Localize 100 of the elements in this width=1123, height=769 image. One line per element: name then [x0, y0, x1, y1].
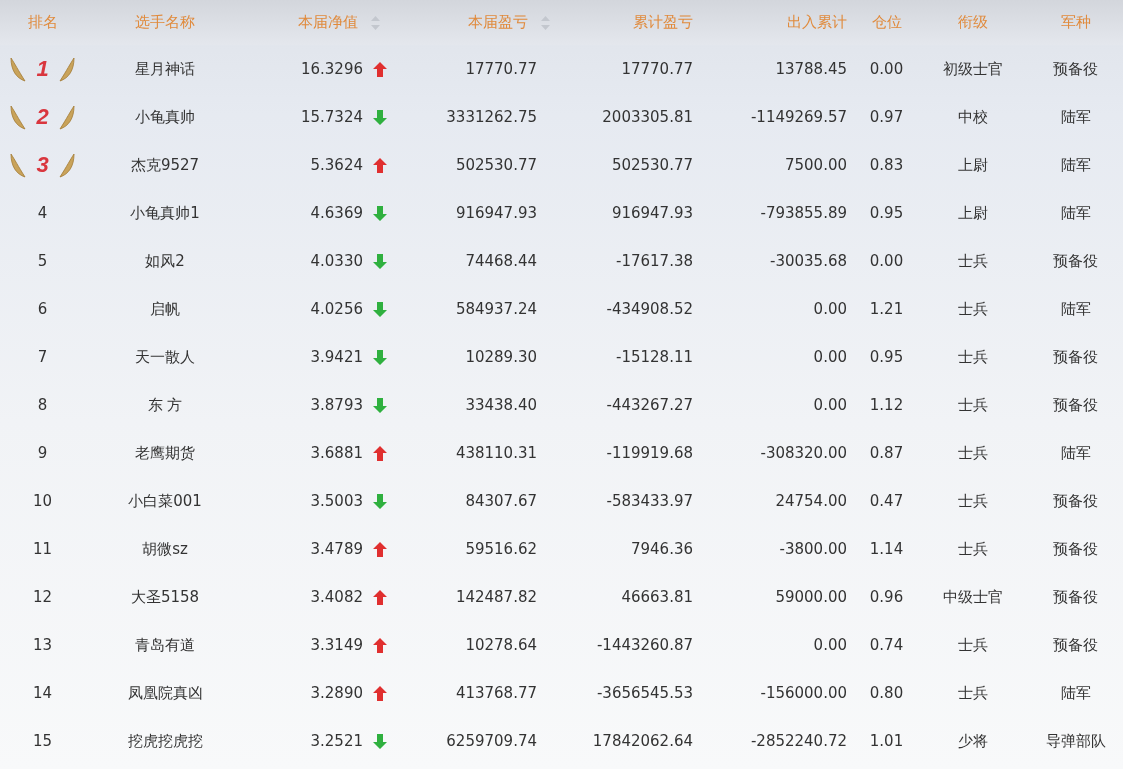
table-cell: 3.5003 [310, 492, 363, 510]
rank-number: 14 [31, 684, 54, 702]
table-cell: 3.4082 [310, 588, 363, 606]
table-cell-text: 士兵 [957, 347, 989, 367]
table-cell-text: 陆军 [1059, 155, 1092, 175]
rank-number: 7 [36, 348, 49, 366]
table-cell: 3.9421 [310, 348, 363, 366]
player-name: 如风2 [144, 251, 186, 271]
table-cell-text: 1.21 [868, 300, 905, 318]
table-cell-text: 陆军 [1059, 203, 1092, 223]
player-name: 小龟真帅 [134, 107, 196, 127]
laurel-icon [10, 104, 27, 130]
table-cell-text: -1443260.87 [595, 636, 694, 654]
table-cell: 3.2521 [310, 732, 363, 750]
table-cell-text: 预备役 [1052, 635, 1099, 655]
table-cell: 3.8793 [310, 396, 363, 414]
table-cell-text: 预备役 [1052, 347, 1099, 367]
table-cell-text: 0.97 [868, 108, 905, 126]
column-header: 选手名称 [135, 13, 195, 32]
sortable-column-header[interactable]: 本届净值 [298, 13, 380, 32]
table-cell-text: 预备役 [1052, 587, 1099, 607]
table-cell-text: -15128.11 [615, 348, 694, 366]
table-cell-text: 预备役 [1052, 491, 1099, 511]
table-cell-text: 6259709.74 [445, 732, 538, 750]
table-cell-text: 7500.00 [783, 156, 848, 174]
table-cell-text: 46663.81 [620, 588, 694, 606]
table-cell-text: 中校 [957, 107, 989, 127]
rank-number: 9 [36, 444, 49, 462]
table-cell: 15.7324 [300, 108, 363, 126]
rank-number: 15 [31, 732, 54, 750]
rank-number: 2 [36, 106, 49, 128]
table-cell: 4.6369 [310, 204, 363, 222]
player-name: 东 方 [146, 395, 184, 415]
laurel-icon [58, 152, 75, 178]
table-cell: 3.4789 [310, 540, 363, 558]
player-name: 挖虎挖虎挖 [126, 731, 204, 751]
table-cell-text: 2003305.81 [601, 108, 694, 126]
player-name: 凤凰院真凶 [126, 683, 204, 703]
table-cell: 3.6881 [310, 444, 363, 462]
table-cell-text: -119919.68 [605, 444, 694, 462]
table-cell-text: 502530.77 [610, 156, 694, 174]
table-cell-text: 17770.77 [464, 60, 538, 78]
rank-number: 4 [36, 204, 49, 222]
table-cell-text: 士兵 [957, 491, 989, 511]
table-cell-text: 陆军 [1059, 299, 1092, 319]
table-cell: 4.0330 [310, 252, 363, 270]
table-cell-text: 中级士官 [942, 587, 1004, 607]
sortable-column-header[interactable]: 本届盈亏 [468, 13, 550, 32]
table-cell-text: 0.00 [868, 60, 905, 78]
table-cell: 5.3624 [310, 156, 363, 174]
table-cell-text: -30035.68 [769, 252, 848, 270]
table-cell-text: 预备役 [1052, 251, 1099, 271]
rank-number: 5 [36, 252, 49, 270]
table-cell-text: 916947.93 [610, 204, 694, 222]
table-cell-text: 17842062.64 [591, 732, 694, 750]
table-cell-text: 0.95 [868, 348, 905, 366]
rank-number: 6 [36, 300, 49, 318]
table-cell-text: 59516.62 [464, 540, 538, 558]
table-cell-text: 士兵 [957, 443, 989, 463]
table-cell-text: 13788.45 [774, 60, 848, 78]
table-cell-text: 陆军 [1059, 443, 1092, 463]
table-cell-text: 84307.67 [464, 492, 538, 510]
table-cell-text: 502530.77 [454, 156, 538, 174]
table-cell-text: 1.14 [868, 540, 905, 558]
column-header: 累计盈亏 [633, 13, 693, 32]
table-cell-text: 陆军 [1059, 107, 1092, 127]
table-cell-text: 17770.77 [620, 60, 694, 78]
table-cell-text: 导弹部队 [1044, 731, 1107, 751]
laurel-icon [58, 104, 75, 130]
table-cell-text: 916947.93 [454, 204, 538, 222]
laurel-icon [10, 56, 27, 82]
rank-number: 13 [31, 636, 54, 654]
table-cell: 3.2890 [310, 684, 363, 702]
table-cell-text: 10278.64 [464, 636, 538, 654]
table-cell-text: 33438.40 [464, 396, 538, 414]
rank-number: 8 [36, 396, 49, 414]
table-cell-text: 士兵 [957, 395, 989, 415]
table-cell-text: 3331262.75 [445, 108, 538, 126]
table-cell-text: 预备役 [1052, 539, 1099, 559]
table-cell-text: 0.00 [812, 636, 848, 654]
table-cell-text: 预备役 [1052, 59, 1099, 79]
table-cell-text: 24754.00 [774, 492, 848, 510]
rank-number: 12 [31, 588, 54, 606]
table-cell-text: 少将 [957, 731, 989, 751]
table-cell-text: 0.87 [868, 444, 905, 462]
rank-number: 10 [31, 492, 54, 510]
player-name: 杰克9527 [129, 155, 201, 175]
table-cell-text: -2852240.72 [749, 732, 848, 750]
table-cell: 3.3149 [310, 636, 363, 654]
laurel-icon [10, 152, 27, 178]
table-cell: 16.3296 [300, 60, 363, 78]
player-name: 小龟真帅1 [129, 203, 201, 223]
table-cell-text: -434908.52 [605, 300, 694, 318]
table-cell-text: 士兵 [957, 539, 989, 559]
player-name: 大圣5158 [129, 587, 201, 607]
player-name: 胡微sz [141, 539, 189, 559]
table-cell-text: 7946.36 [629, 540, 694, 558]
table-cell-text: -443267.27 [605, 396, 694, 414]
table-cell-text: 上尉 [957, 155, 989, 175]
sort-icon [541, 15, 550, 30]
